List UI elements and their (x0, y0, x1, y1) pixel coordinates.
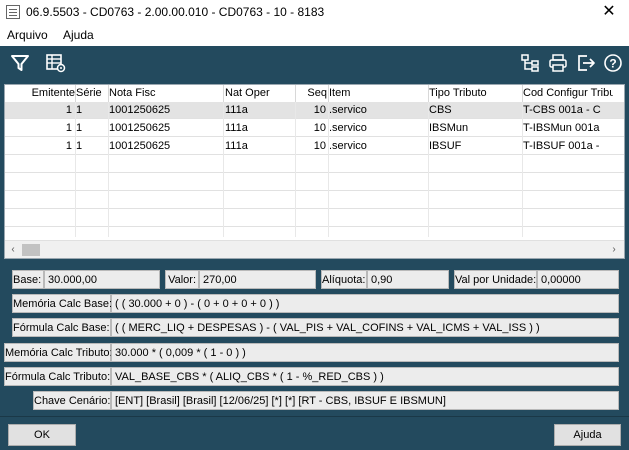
menu-arquivo[interactable]: Arquivo (7, 28, 48, 42)
col-serie[interactable]: Série (76, 87, 108, 99)
val-unidade-value: 0,00000 (537, 270, 619, 289)
menu-ajuda[interactable]: Ajuda (63, 28, 94, 42)
chave-cenario-value: [ENT] [Brasil] [Brasil] [12/06/25] [*] [… (111, 391, 619, 410)
exit-icon[interactable] (574, 51, 598, 75)
col-emitente[interactable]: Emitente (27, 87, 75, 99)
formula-base-label: Fórmula Calc Base: (12, 318, 111, 337)
memoria-tributo-value: 30.000 * ( 0,009 * ( 1 - 0 ) ) (111, 343, 619, 362)
toolbar: ? (0, 46, 629, 80)
scroll-right-icon[interactable]: › (607, 243, 621, 257)
hierarchy-icon[interactable] (518, 51, 542, 75)
horizontal-scrollbar[interactable]: ‹ › (5, 240, 624, 258)
data-grid[interactable]: Emitente Série Nota Fisc Nat Oper Seq It… (4, 84, 625, 259)
col-seq[interactable]: Seq (296, 87, 327, 99)
table-row-empty (5, 156, 624, 173)
close-icon[interactable]: ✕ (599, 2, 619, 22)
table-row[interactable]: 1 1 1001250625 111a 10 .servico IBSMun T… (5, 120, 624, 137)
col-tipo-tributo[interactable]: Tipo Tributo (429, 87, 521, 99)
col-item[interactable]: Item (329, 87, 427, 99)
formula-tributo-value: VAL_BASE_CBS * ( ALIQ_CBS * ( 1 - %_RED_… (111, 367, 619, 386)
menu-bar: Arquivo Ajuda (0, 25, 629, 45)
title-bar: 06.9.5503 - CD0763 - 2.00.00.010 - CD076… (0, 0, 629, 25)
table-row[interactable]: 1 1 1001250625 111a 10 .servico CBS T-CB… (5, 102, 624, 119)
val-unidade-label: Val por Unidade: (454, 270, 537, 289)
scrollbar-thumb[interactable] (22, 244, 40, 256)
col-nat-oper[interactable]: Nat Oper (225, 87, 295, 99)
svg-text:?: ? (609, 57, 616, 71)
window-title: 06.9.5503 - CD0763 - 2.00.00.010 - CD076… (26, 5, 325, 19)
chave-cenario-label: Chave Cenário: (33, 391, 111, 410)
valor-label: Valor: (165, 270, 199, 289)
app-icon (6, 5, 20, 19)
table-row-empty (5, 210, 624, 227)
memoria-tributo-label: Memória Calc Tributo: (4, 343, 113, 362)
base-label: Base: (12, 270, 44, 289)
scroll-left-icon[interactable]: ‹ (6, 243, 20, 257)
memoria-base-label: Memória Calc Base: (12, 294, 112, 313)
help-icon[interactable]: ? (601, 51, 625, 75)
col-nota-fisc[interactable]: Nota Fisc (109, 87, 223, 99)
base-value: 30.000,00 (44, 270, 160, 289)
table-row[interactable]: 1 1 1001250625 111a 10 .servico IBSUF T-… (5, 138, 624, 155)
table-row-empty (5, 174, 624, 191)
grid-header: Emitente Série Nota Fisc Nat Oper Seq It… (5, 85, 624, 102)
table-settings-icon[interactable] (44, 51, 68, 75)
filter-icon[interactable] (8, 51, 32, 75)
valor-value: 270,00 (199, 270, 316, 289)
ok-button[interactable]: OK (8, 424, 76, 446)
formula-tributo-label: Fórmula Calc Tributo: (4, 367, 111, 386)
aliquota-label: Alíquota: (321, 270, 367, 289)
print-icon[interactable] (546, 51, 570, 75)
table-row-empty (5, 192, 624, 209)
formula-base-value: ( ( MERC_LIQ + DESPESAS ) - ( VAL_PIS + … (111, 318, 619, 337)
memoria-base-value: ( ( 30.000 + 0 ) - ( 0 + 0 + 0 + 0 ) ) (111, 294, 619, 313)
help-button[interactable]: Ajuda (554, 424, 621, 446)
col-cod-configur[interactable]: Cod Configur Tribu (523, 87, 613, 99)
aliquota-value: 0,90 (367, 270, 449, 289)
